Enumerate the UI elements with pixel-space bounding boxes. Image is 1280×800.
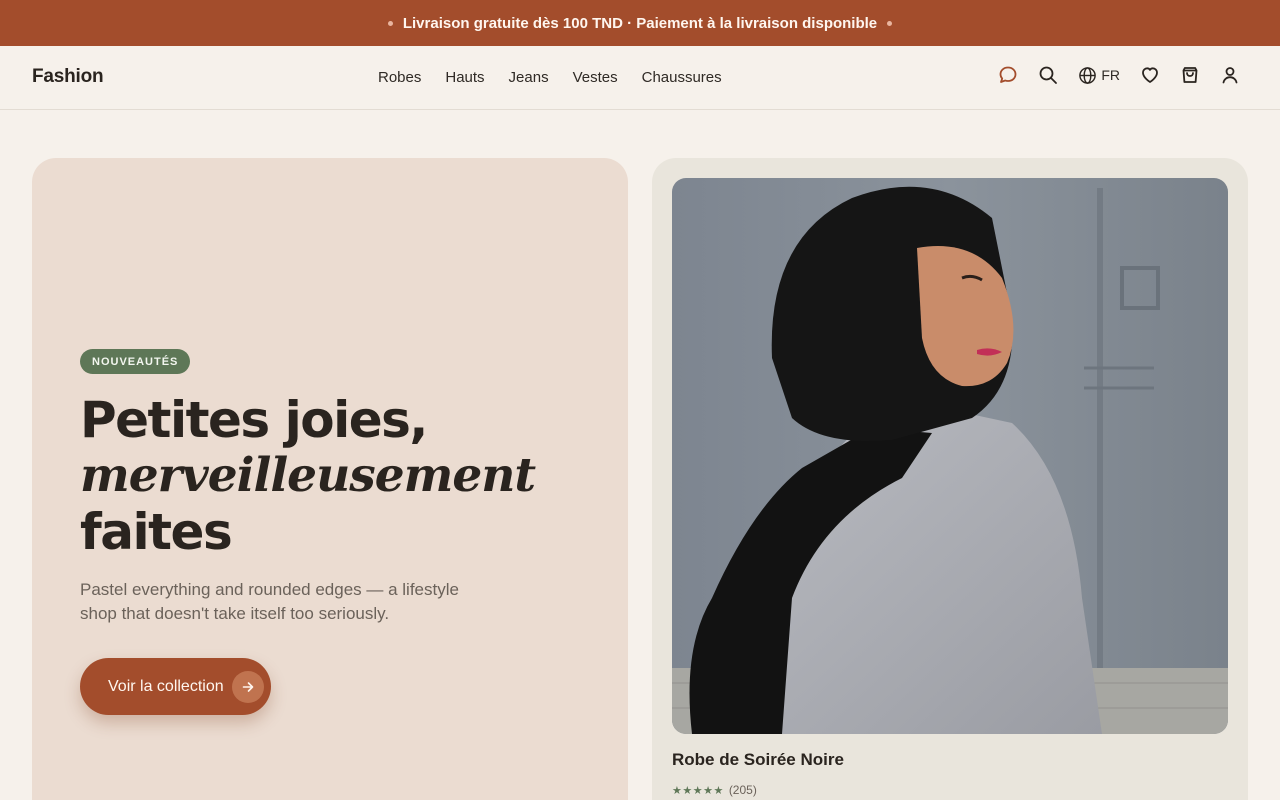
nav-item-robes[interactable]: Robes xyxy=(378,69,421,86)
product-name[interactable]: Robe de Soirée Noire xyxy=(672,750,844,770)
hero-title-line-3: faites xyxy=(80,503,233,561)
header-actions: FR xyxy=(998,65,1240,85)
language-selector[interactable]: FR xyxy=(1078,66,1120,85)
bullet-dot xyxy=(387,20,393,26)
chat-icon[interactable] xyxy=(998,65,1018,85)
hero-subtitle: Pastel everything and rounded edges — a … xyxy=(80,580,459,623)
announcement-bar: Livraison gratuite dès 100 TND · Paiemen… xyxy=(0,0,1280,46)
globe-icon xyxy=(1079,66,1097,84)
logo[interactable]: Fashion xyxy=(32,66,104,88)
main-nav: Robes Hauts Jeans Vestes Chaussures xyxy=(378,69,722,86)
nav-item-vestes[interactable]: Vestes xyxy=(573,69,618,86)
product-photo[interactable] xyxy=(672,178,1228,734)
announcement-text: Livraison gratuite dès 100 TND · Paiemen… xyxy=(402,14,878,32)
language-label: FR xyxy=(1101,67,1120,83)
nav-item-hauts[interactable]: Hauts xyxy=(445,69,484,86)
hero-title: Petites joies, merveilleusement faites xyxy=(80,392,600,560)
nav-item-chaussures[interactable]: Chaussures xyxy=(642,69,722,86)
nav-item-jeans[interactable]: Jeans xyxy=(509,69,549,86)
star-rating-icon: ★★★★★ xyxy=(672,784,724,797)
user-icon[interactable] xyxy=(1220,65,1240,85)
product-rating: ★★★★★ (205) xyxy=(672,783,757,797)
hero-card: NOUVEAUTÉS Petites joies, merveilleuseme… xyxy=(32,158,628,800)
hero-title-line-1: Petites joies, xyxy=(80,391,428,449)
bullet-dot xyxy=(887,20,893,26)
new-arrivals-badge: NOUVEAUTÉS xyxy=(80,349,191,374)
search-icon[interactable] xyxy=(1038,65,1058,85)
arrow-right-icon xyxy=(232,671,264,703)
hero-title-line-2: merveilleusement xyxy=(80,448,536,503)
view-collection-label: Voir la collection xyxy=(108,677,224,695)
featured-product-card[interactable]: Robe de Soirée Noire ★★★★★ (205) xyxy=(652,158,1248,800)
bag-icon[interactable] xyxy=(1180,65,1200,85)
view-collection-button[interactable]: Voir la collection xyxy=(80,658,271,715)
heart-icon[interactable] xyxy=(1140,65,1160,85)
review-count: (205) xyxy=(728,783,757,797)
site-header: Fashion Robes Hauts Jeans Vestes Chaussu… xyxy=(0,46,1280,110)
